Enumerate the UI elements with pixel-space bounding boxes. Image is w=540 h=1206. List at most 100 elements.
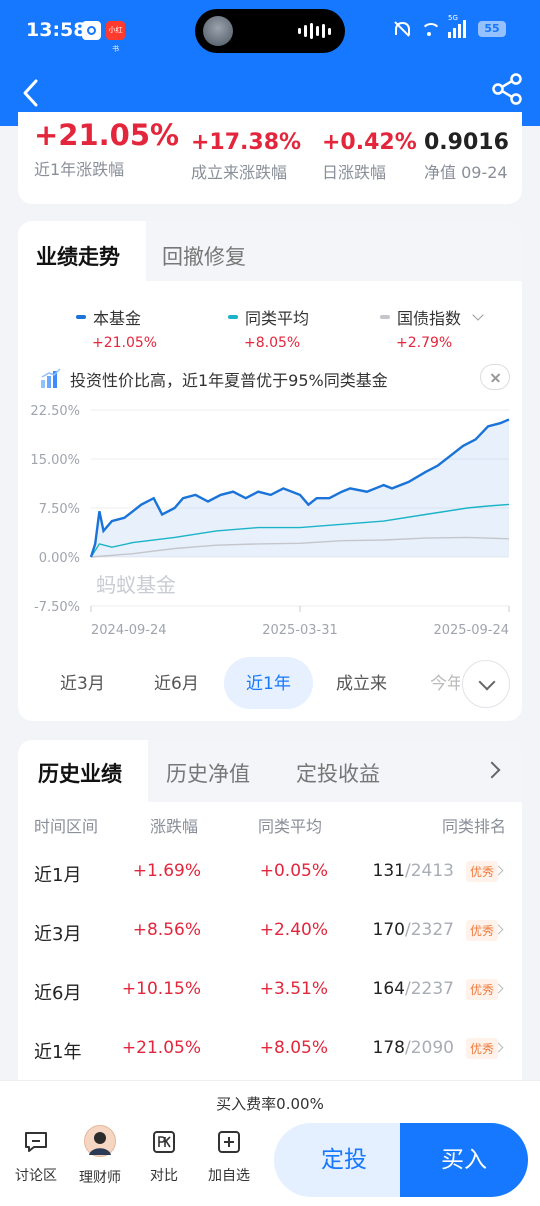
close-icon[interactable] — [480, 364, 510, 390]
period-3m[interactable]: 近3月 — [60, 669, 105, 694]
rating-badge: 优秀 — [465, 861, 498, 882]
stat-nav: 0.9016 净值 09-24 — [424, 130, 509, 183]
dynamic-island[interactable] — [195, 9, 345, 53]
legend-swatch — [228, 315, 238, 319]
tab-sip-returns[interactable]: 定投收益 — [296, 758, 380, 788]
chart-watermark: 蚂蚁基金 — [96, 573, 176, 597]
trend-tabs: 业绩走势 回撤修复 — [18, 221, 522, 281]
x-tick-label: 2025-03-31 — [262, 623, 338, 638]
sharpe-tip-banner: 投资性价比高，近1年夏普优于95%同类基金 — [40, 364, 510, 394]
column-header: 时间区间 — [34, 817, 99, 836]
rating-badge: 优秀 — [465, 1038, 498, 1059]
y-tick-label: 0.00% — [39, 551, 80, 566]
stat-value: +17.38% — [191, 130, 302, 155]
stat-label: 近1年涨跌幅 — [34, 160, 125, 179]
table-row[interactable]: 近3月 +8.56% +2.40% 170/2327 优秀 — [18, 920, 522, 979]
nav-compare[interactable]: 对比 — [134, 1129, 194, 1185]
fund-stats-card: +21.05% 近1年涨跌幅 +17.38% 成立来涨跌幅 +0.42% 日涨跌… — [18, 112, 522, 204]
tab-history-nav[interactable]: 历史净值 — [166, 758, 250, 788]
nav-label: 理财师 — [79, 1170, 121, 1186]
wifi-icon — [420, 20, 441, 38]
cell-average: +2.40% — [259, 920, 328, 940]
legend-swatch — [380, 315, 390, 319]
rank-value: 170 — [372, 920, 405, 940]
legend-name: 同类平均 — [245, 309, 310, 328]
bar-chart-icon — [40, 368, 62, 388]
nav-advisor[interactable]: 理财师 — [70, 1125, 130, 1187]
stat-value: +0.42% — [322, 130, 417, 155]
chevron-right-icon[interactable] — [483, 761, 501, 779]
cell-period: 近1年 — [34, 1042, 82, 1063]
status-bar: 13:58 小红书 5G 55 — [0, 0, 540, 62]
cell-average: +0.05% — [259, 861, 328, 881]
legend-fund[interactable]: 本基金 +21.05% — [76, 305, 157, 351]
period-selector: 近3月 近6月 近1年 成立来 今年 — [18, 657, 522, 709]
x-axis-labels: 2024-09-24 2025-03-31 2025-09-24 — [90, 606, 510, 638]
status-time: 13:58 — [26, 19, 87, 41]
purchase-fee-rate: 买入费率0.00% — [216, 1095, 324, 1113]
history-performance-card: 历史业绩 历史净值 定投收益 时间区间 涨跌幅 同类平均 同类排名 近1月 +1… — [18, 740, 522, 1100]
period-6m[interactable]: 近6月 — [154, 669, 199, 694]
cell-average: +8.05% — [259, 1038, 328, 1058]
tab-performance-trend[interactable]: 业绩走势 — [18, 221, 146, 281]
table-row[interactable]: 近1月 +1.69% +0.05% 131/2413 优秀 — [18, 861, 522, 920]
cell-period: 近3月 — [34, 924, 82, 945]
chevron-down-icon[interactable] — [462, 660, 510, 708]
xiaohongshu-app-icon: 小红书 — [106, 21, 125, 53]
legend-peer-average[interactable]: 同类平均 +8.05% — [228, 305, 309, 351]
share-icon[interactable] — [490, 72, 524, 106]
cell-change: +21.05% — [121, 1038, 201, 1058]
cell-change: +8.56% — [132, 920, 201, 940]
network-type: 5G — [448, 14, 458, 22]
x-tick-label: 2024-09-24 — [91, 623, 167, 638]
rank-total: /2413 — [405, 861, 454, 881]
rank-value: 178 — [372, 1038, 405, 1058]
legend-name: 国债指数 — [397, 309, 462, 328]
nav-add-watchlist[interactable]: 加自选 — [199, 1129, 259, 1185]
y-tick-label: 15.00% — [30, 453, 80, 468]
fund-area — [91, 419, 509, 557]
legend-name: 本基金 — [93, 309, 142, 328]
stat-daily: +0.42% 日涨跌幅 — [322, 130, 417, 183]
legend-swatch — [76, 315, 86, 319]
nav-label: 加自选 — [208, 1168, 250, 1184]
period-1y[interactable]: 近1年 — [224, 657, 313, 709]
tab-history-performance[interactable]: 历史业绩 — [18, 740, 148, 802]
period-ytd[interactable]: 今年 — [430, 669, 460, 694]
stat-value: +21.05% — [34, 118, 180, 152]
period-since-inception[interactable]: 成立来 — [336, 669, 387, 694]
cell-period: 近6月 — [34, 983, 82, 1004]
buy-button[interactable]: 买入 — [400, 1123, 528, 1197]
nav-discussion[interactable]: 讨论区 — [6, 1129, 66, 1185]
legend-bond-index[interactable]: 国债指数 +2.79% — [380, 305, 484, 351]
nav-label: 讨论区 — [15, 1168, 57, 1184]
stat-since-inception: +17.38% 成立来涨跌幅 — [191, 130, 301, 183]
y-tick-label: 7.50% — [39, 502, 80, 517]
rank-total: /2237 — [405, 979, 454, 999]
rank-total: /2327 — [405, 920, 454, 940]
performance-trend-card: 业绩走势 回撤修复 本基金 +21.05% 同类平均 +8.05% 国债指数 +… — [18, 221, 522, 721]
cell-change: +1.69% — [132, 861, 201, 881]
y-tick-label: -7.50% — [34, 600, 80, 615]
back-arrow-icon[interactable] — [16, 76, 50, 110]
mute-bell-icon — [392, 20, 410, 38]
y-tick-label: 22.50% — [30, 404, 80, 419]
rank-total: /2090 — [405, 1038, 454, 1058]
cell-rank: 170/2327 — [373, 920, 454, 940]
stat-label: 净值 09-24 — [424, 163, 508, 182]
legend-value: +8.05% — [244, 335, 301, 351]
history-tabs-bg: 历史净值 定投收益 — [148, 740, 522, 802]
rating-badge: 优秀 — [465, 979, 498, 1000]
rank-value: 164 — [372, 979, 405, 999]
battery-icon: 55 — [478, 21, 506, 37]
table-row[interactable]: 近6月 +10.15% +3.51% 164/2237 优秀 — [18, 979, 522, 1038]
sip-button[interactable]: 定投 — [274, 1123, 414, 1197]
audio-wave-icon — [298, 23, 331, 39]
notification-app-icon — [82, 21, 101, 40]
stat-label: 日涨跌幅 — [322, 163, 387, 182]
tab-drawdown-recovery[interactable]: 回撤修复 — [146, 221, 522, 281]
chat-bubble-icon — [23, 1129, 49, 1155]
cellular-signal-icon: 5G — [448, 14, 468, 38]
cell-rank: 131/2413 — [373, 861, 454, 881]
tab-label: 回撤修复 — [162, 245, 246, 269]
